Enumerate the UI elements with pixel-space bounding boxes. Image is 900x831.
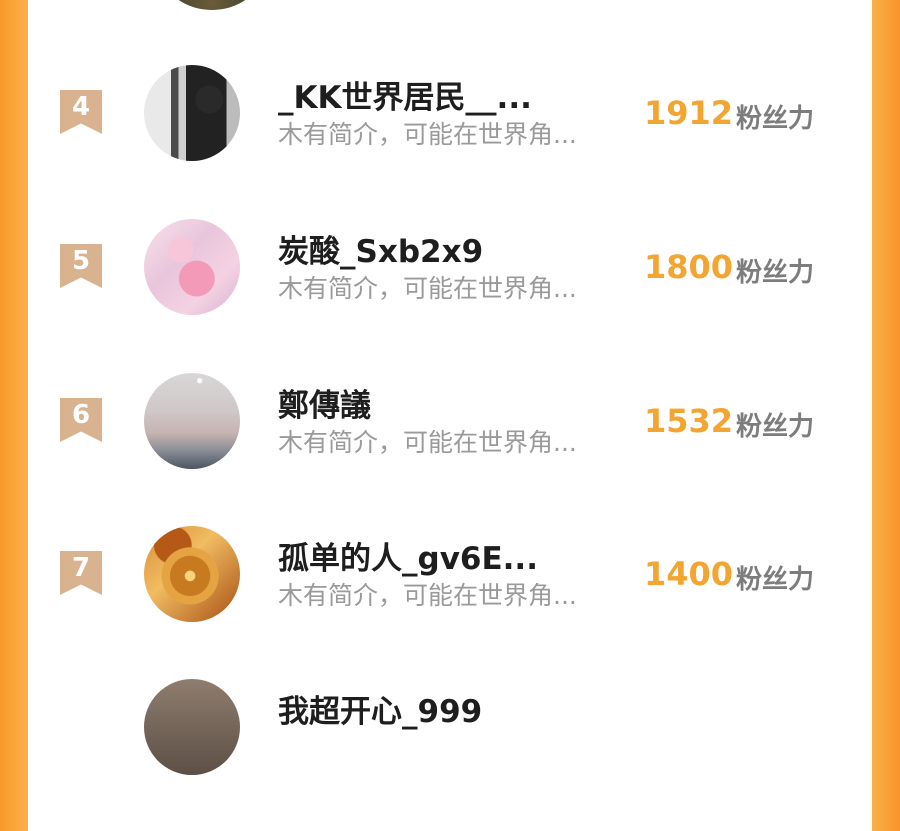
user-description: 木有简介，可能在世界角... — [278, 120, 577, 149]
user-name[interactable]: 炭酸_Sxb2x9 — [278, 226, 483, 271]
partial-avatar-icon[interactable] — [144, 679, 240, 775]
fan-power-score: 1800 — [644, 248, 734, 286]
rank-number: 7 — [71, 553, 91, 583]
ranking-row[interactable]: 7 孤单的人_gv6E... 木有简介，可能在世界角... 1400 粉丝力 — [28, 525, 872, 678]
fan-power-label: 粉丝力 — [736, 258, 815, 288]
compass-avatar-icon[interactable] — [144, 526, 240, 622]
ranking-row[interactable]: 6 鄭傳議 木有简介，可能在世界角... 1532 粉丝力 — [28, 372, 872, 525]
leaderboard-panel: 4 _KK世界居民__... 木有简介，可能在世界角... 1912 粉丝力 5… — [28, 0, 872, 775]
fan-power-score: 1912 — [644, 94, 734, 132]
user-name[interactable]: 孤单的人_gv6E... — [278, 533, 538, 578]
person-avatar-icon[interactable] — [144, 65, 240, 161]
rank-badge: 7 — [60, 551, 102, 595]
pink-avatar-icon[interactable] — [144, 219, 240, 315]
rank-number: 6 — [71, 400, 91, 430]
partial-top-avatar — [164, 0, 260, 10]
rank-number: 5 — [71, 246, 91, 276]
user-name[interactable]: 鄭傳議 — [278, 380, 371, 425]
ranking-row[interactable]: 4 _KK世界居民__... 木有简介，可能在世界角... 1912 粉丝力 — [28, 64, 872, 217]
user-description: 木有简介，可能在世界角... — [278, 581, 577, 610]
rank-badge: 4 — [60, 90, 102, 134]
user-name[interactable]: _KK世界居民__... — [278, 72, 532, 117]
user-name[interactable]: 我超开心_999 — [278, 686, 482, 731]
sky-avatar-icon[interactable] — [144, 373, 240, 469]
user-description: 木有简介，可能在世界角... — [278, 428, 577, 457]
fan-power-score: 1532 — [644, 402, 734, 440]
fan-power-label: 粉丝力 — [736, 104, 815, 134]
ranking-row[interactable]: 5 炭酸_Sxb2x9 木有简介，可能在世界角... 1800 粉丝力 — [28, 218, 872, 371]
fan-power-label: 粉丝力 — [736, 412, 815, 442]
user-description: 木有简介，可能在世界角... — [278, 274, 577, 303]
ranking-row[interactable]: 我超开心_999 — [28, 678, 872, 831]
fan-power-score: 1400 — [644, 555, 734, 593]
rank-badge: 6 — [60, 398, 102, 442]
fan-power-label: 粉丝力 — [736, 565, 815, 595]
rank-badge: 5 — [60, 244, 102, 288]
rank-number: 4 — [71, 92, 91, 122]
